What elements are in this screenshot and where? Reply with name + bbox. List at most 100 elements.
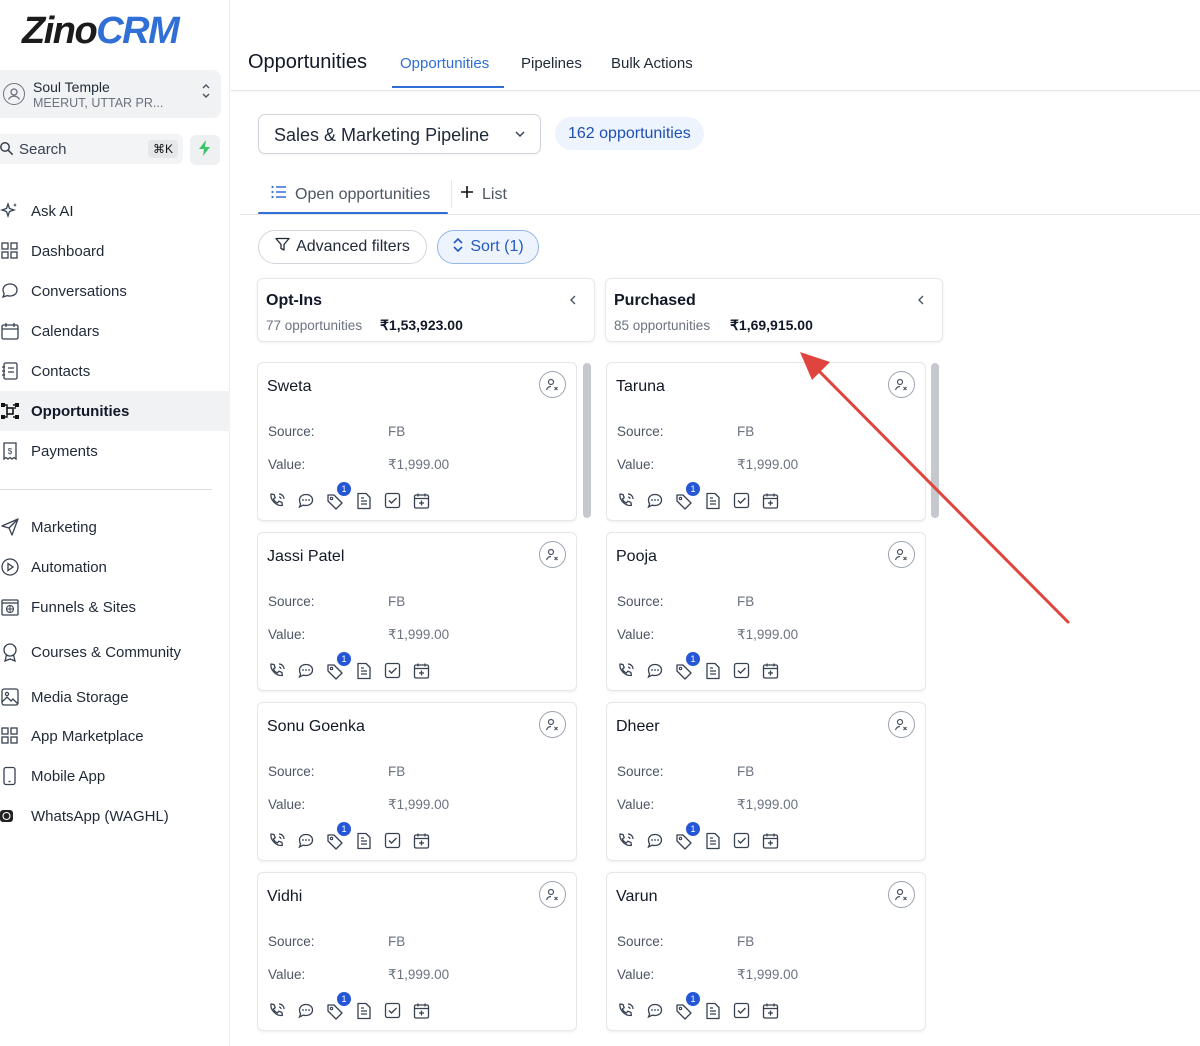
- notes-icon[interactable]: [703, 491, 722, 510]
- assign-user-icon[interactable]: [888, 711, 915, 738]
- search-input[interactable]: Search ⌘K: [0, 134, 183, 164]
- phone-call-icon[interactable]: [616, 491, 635, 510]
- notes-icon[interactable]: [354, 491, 373, 510]
- sidebar-item-marketing[interactable]: Marketing: [0, 507, 230, 547]
- collapse-chevron-icon[interactable]: [916, 293, 926, 311]
- sidebar-item-payments[interactable]: $ Payments: [0, 431, 230, 471]
- tag-icon[interactable]: 1: [325, 822, 351, 850]
- tag-icon[interactable]: 1: [674, 652, 700, 680]
- assign-user-icon[interactable]: [888, 541, 915, 568]
- message-icon[interactable]: [645, 831, 664, 850]
- message-icon[interactable]: [645, 491, 664, 510]
- message-icon[interactable]: [296, 831, 315, 850]
- sidebar-divider: [0, 489, 212, 490]
- opportunity-card[interactable]: Jassi Patel Source: FB Value: ₹1,999.00 …: [257, 532, 577, 691]
- task-checkbox-icon[interactable]: [732, 661, 751, 680]
- app-logo[interactable]: ZinoCRM: [22, 10, 180, 53]
- sidebar-item-courses[interactable]: Courses & Community: [0, 632, 230, 672]
- task-checkbox-icon[interactable]: [383, 831, 402, 850]
- opportunity-card[interactable]: Sweta Source: FB Value: ₹1,999.00 1: [257, 362, 577, 521]
- tag-icon[interactable]: 1: [674, 822, 700, 850]
- calendar-add-icon[interactable]: [412, 491, 431, 510]
- assign-user-icon[interactable]: [888, 881, 915, 908]
- sidebar-item-automation[interactable]: Automation: [0, 547, 230, 587]
- phone-call-icon[interactable]: [267, 831, 286, 850]
- sidebar-item-ask-ai[interactable]: Ask AI: [0, 191, 230, 231]
- message-icon[interactable]: [296, 1001, 315, 1020]
- phone-call-icon[interactable]: [616, 1001, 635, 1020]
- task-checkbox-icon[interactable]: [732, 1001, 751, 1020]
- task-checkbox-icon[interactable]: [383, 661, 402, 680]
- assign-user-icon[interactable]: [539, 881, 566, 908]
- phone-call-icon[interactable]: [267, 1001, 286, 1020]
- message-icon[interactable]: [645, 661, 664, 680]
- assign-user-icon[interactable]: [539, 371, 566, 398]
- sidebar-item-label: Marketing: [31, 518, 97, 536]
- calendar-add-icon[interactable]: [412, 661, 431, 680]
- calendar-add-icon[interactable]: [761, 661, 780, 680]
- quick-actions-button[interactable]: [190, 135, 220, 165]
- sidebar-item-whatsapp[interactable]: WhatsApp (WAGHL): [0, 796, 230, 836]
- sidebar-item-mobile-app[interactable]: Mobile App: [0, 756, 230, 796]
- opportunity-card[interactable]: Taruna Source: FB Value: ₹1,999.00 1: [606, 362, 926, 521]
- assign-user-icon[interactable]: [539, 711, 566, 738]
- tag-icon[interactable]: 1: [325, 652, 351, 680]
- tab-bulk-actions[interactable]: Bulk Actions: [611, 55, 693, 72]
- collapse-chevron-icon[interactable]: [568, 293, 578, 311]
- message-icon[interactable]: [296, 661, 315, 680]
- account-switcher[interactable]: Soul Temple MEERUT, UTTAR PR...: [0, 70, 221, 118]
- assign-user-icon[interactable]: [539, 541, 566, 568]
- opportunity-name: Sonu Goenka: [267, 718, 365, 735]
- add-list-label: List: [482, 185, 507, 203]
- tag-icon[interactable]: 1: [325, 992, 351, 1020]
- advanced-filters-button[interactable]: Advanced filters: [258, 230, 427, 264]
- task-checkbox-icon[interactable]: [732, 491, 751, 510]
- tab-pipelines[interactable]: Pipelines: [521, 55, 582, 72]
- notes-icon[interactable]: [703, 1001, 722, 1020]
- notes-icon[interactable]: [354, 661, 373, 680]
- task-checkbox-icon[interactable]: [732, 831, 751, 850]
- phone-call-icon[interactable]: [616, 831, 635, 850]
- column-scrollbar[interactable]: [931, 363, 939, 518]
- tag-icon[interactable]: 1: [325, 482, 351, 510]
- tag-icon[interactable]: 1: [674, 482, 700, 510]
- value-label: Value:: [268, 457, 306, 472]
- assign-user-icon[interactable]: [888, 371, 915, 398]
- phone-call-icon[interactable]: [267, 491, 286, 510]
- notes-icon[interactable]: [354, 1001, 373, 1020]
- calendar-add-icon[interactable]: [412, 831, 431, 850]
- opportunity-card[interactable]: Vidhi Source: FB Value: ₹1,999.00 1: [257, 872, 577, 1031]
- calendar-add-icon[interactable]: [761, 831, 780, 850]
- opportunity-card[interactable]: Varun Source: FB Value: ₹1,999.00 1: [606, 872, 926, 1031]
- calendar-add-icon[interactable]: [761, 1001, 780, 1020]
- task-checkbox-icon[interactable]: [383, 491, 402, 510]
- phone-call-icon[interactable]: [267, 661, 286, 680]
- sidebar-item-calendars[interactable]: Calendars: [0, 311, 230, 351]
- message-icon[interactable]: [645, 1001, 664, 1020]
- tab-opportunities[interactable]: Opportunities: [400, 55, 489, 72]
- calendar-add-icon[interactable]: [412, 1001, 431, 1020]
- notes-icon[interactable]: [354, 831, 373, 850]
- calendar-add-icon[interactable]: [761, 491, 780, 510]
- sidebar-item-app-marketplace[interactable]: App Marketplace: [0, 716, 230, 756]
- column-scrollbar[interactable]: [583, 363, 591, 518]
- tab-open-opportunities[interactable]: Open opportunities: [271, 185, 430, 204]
- phone-call-icon[interactable]: [616, 661, 635, 680]
- pipeline-select[interactable]: Sales & Marketing Pipeline: [258, 114, 541, 154]
- add-list-button[interactable]: List: [460, 185, 507, 204]
- sidebar-item-funnels[interactable]: Funnels & Sites: [0, 587, 230, 627]
- task-checkbox-icon[interactable]: [383, 1001, 402, 1020]
- opportunity-card[interactable]: Sonu Goenka Source: FB Value: ₹1,999.00 …: [257, 702, 577, 861]
- opportunity-card[interactable]: Dheer Source: FB Value: ₹1,999.00 1: [606, 702, 926, 861]
- sidebar-item-media-storage[interactable]: Media Storage: [0, 677, 230, 717]
- sidebar-item-contacts[interactable]: Contacts: [0, 351, 230, 391]
- message-icon[interactable]: [296, 491, 315, 510]
- tag-icon[interactable]: 1: [674, 992, 700, 1020]
- notes-icon[interactable]: [703, 661, 722, 680]
- sidebar-item-opportunities[interactable]: Opportunities: [0, 391, 230, 431]
- notes-icon[interactable]: [703, 831, 722, 850]
- opportunity-card[interactable]: Pooja Source: FB Value: ₹1,999.00 1: [606, 532, 926, 691]
- sort-button[interactable]: Sort (1): [437, 230, 539, 264]
- sidebar-item-dashboard[interactable]: Dashboard: [0, 231, 230, 271]
- sidebar-item-conversations[interactable]: Conversations: [0, 271, 230, 311]
